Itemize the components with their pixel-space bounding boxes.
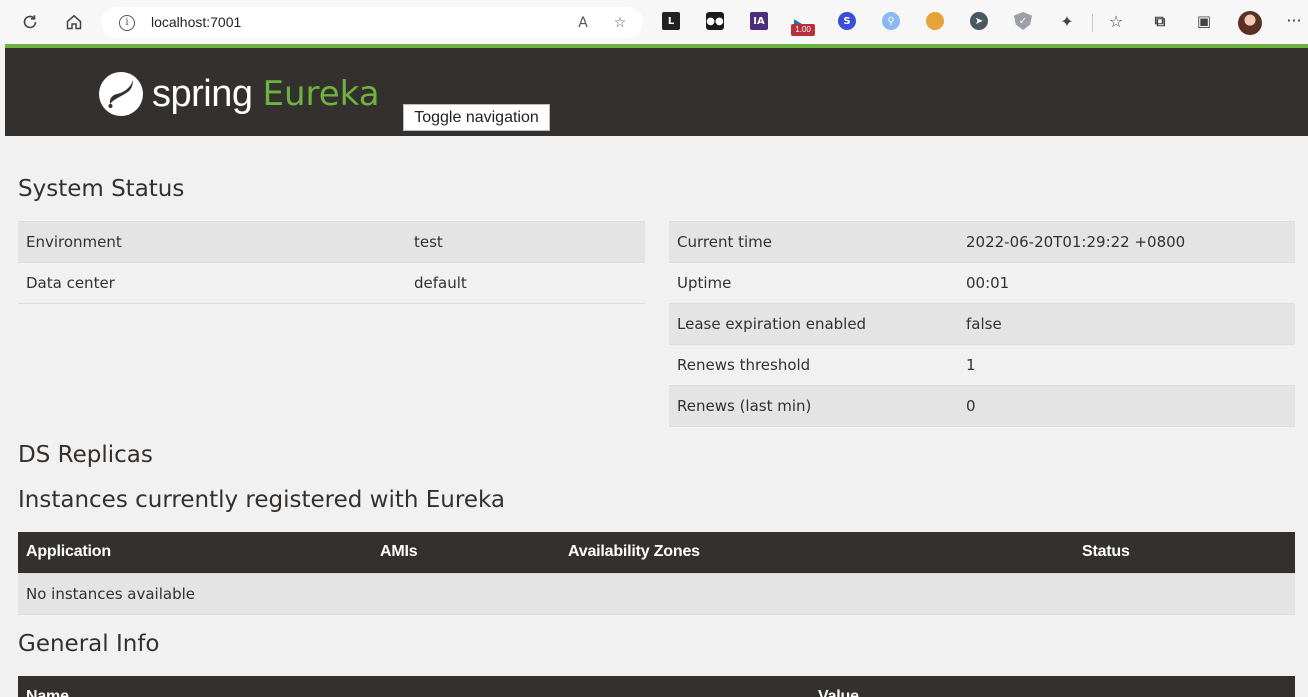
collections-icon[interactable]: ⧉	[1151, 12, 1169, 30]
status-key: Environment	[18, 221, 406, 263]
table-header-row: Name Value	[18, 676, 1295, 697]
system-status-left-table: Environment test Data center default	[18, 221, 645, 304]
column-header-application: Application	[18, 532, 372, 573]
brand-spring-text: spring	[152, 72, 253, 115]
status-key: Renews threshold	[669, 344, 958, 386]
general-info-heading: General Info	[18, 631, 160, 657]
table-row: Environment test	[18, 221, 645, 263]
extension-cursor-icon[interactable]: ➤	[970, 12, 988, 30]
extension-shield-icon[interactable]: ✓	[1014, 12, 1032, 30]
eureka-page: spring Eureka Toggle navigation System S…	[5, 44, 1308, 697]
table-header-row: Application AMIs Availability Zones Stat…	[18, 532, 1295, 573]
extension-ia-icon[interactable]: IA	[750, 12, 768, 30]
profile-avatar[interactable]	[1238, 11, 1262, 35]
extension-search-icon[interactable]: ⚲	[882, 12, 900, 30]
navbar: spring Eureka Toggle navigation	[5, 44, 1308, 136]
spring-leaf-icon	[99, 72, 143, 116]
home-icon[interactable]	[60, 8, 88, 36]
table-row: Renews (last min) 0	[669, 385, 1295, 427]
favorites-icon[interactable]: ☆	[1107, 12, 1125, 31]
extension-tampermonkey-icon[interactable]: ●●	[706, 12, 724, 30]
table-row: Uptime 00:01	[669, 262, 1295, 304]
instances-table: Application AMIs Availability Zones Stat…	[18, 532, 1295, 615]
site-info-icon[interactable]: i	[119, 15, 135, 31]
toggle-navigation-button[interactable]: Toggle navigation	[403, 104, 550, 131]
brand-logo-link[interactable]: spring Eureka	[98, 68, 380, 120]
extension-color-icon[interactable]	[926, 12, 944, 30]
brand-eureka-text: Eureka	[262, 74, 380, 114]
browser-toolbar: i localhost:7001 A ☆ L ●● IA 1.00 S ⚲ ➤ …	[0, 0, 1308, 44]
status-value: default	[406, 262, 645, 304]
capture-icon[interactable]: ▣	[1195, 12, 1213, 30]
table-row: Current time 2022-06-20T01:29:22 +0800	[669, 221, 1295, 263]
status-key: Renews (last min)	[669, 385, 958, 427]
table-row: Renews threshold 1	[669, 344, 1295, 386]
status-key: Current time	[669, 221, 958, 263]
empty-instances-message: No instances available	[18, 572, 1295, 615]
url-text[interactable]: localhost:7001	[151, 14, 241, 30]
toolbar-divider	[1092, 14, 1093, 32]
status-value: 00:01	[958, 262, 1295, 304]
status-value: 2022-06-20T01:29:22 +0800	[958, 221, 1295, 263]
general-info-table: Name Value	[18, 676, 1295, 697]
extension-badge: 1.00	[791, 24, 815, 36]
extensions-icon[interactable]: ✦	[1058, 12, 1076, 31]
more-options-icon[interactable]: ···	[1284, 12, 1304, 32]
instances-heading: Instances currently registered with Eure…	[18, 487, 505, 513]
column-header-availability-zones: Availability Zones	[560, 532, 1074, 573]
read-aloud-icon[interactable]: A	[573, 13, 593, 33]
system-status-right-table: Current time 2022-06-20T01:29:22 +0800 U…	[669, 221, 1295, 427]
status-value: test	[406, 221, 645, 263]
table-row: Lease expiration enabled false	[669, 303, 1295, 345]
extension-leetcode-icon[interactable]: L	[662, 12, 680, 30]
add-favorite-icon[interactable]: ☆	[610, 13, 630, 33]
table-row: Data center default	[18, 262, 645, 304]
status-value: 0	[958, 385, 1295, 427]
status-key: Data center	[18, 262, 406, 304]
refresh-icon[interactable]	[16, 8, 44, 36]
status-key: Lease expiration enabled	[669, 303, 958, 345]
status-value: false	[958, 303, 1295, 345]
column-header-name: Name	[18, 676, 810, 697]
status-key: Uptime	[669, 262, 958, 304]
column-header-value: Value	[810, 676, 1295, 697]
column-header-status: Status	[1074, 532, 1295, 573]
extension-s-icon[interactable]: S	[838, 12, 856, 30]
column-header-amis: AMIs	[372, 532, 560, 573]
address-bar[interactable]: i localhost:7001 A ☆	[101, 7, 643, 38]
ds-replicas-heading: DS Replicas	[18, 442, 153, 468]
system-status-heading: System Status	[18, 176, 185, 202]
status-value: 1	[958, 344, 1295, 386]
table-row: No instances available	[18, 572, 1295, 615]
